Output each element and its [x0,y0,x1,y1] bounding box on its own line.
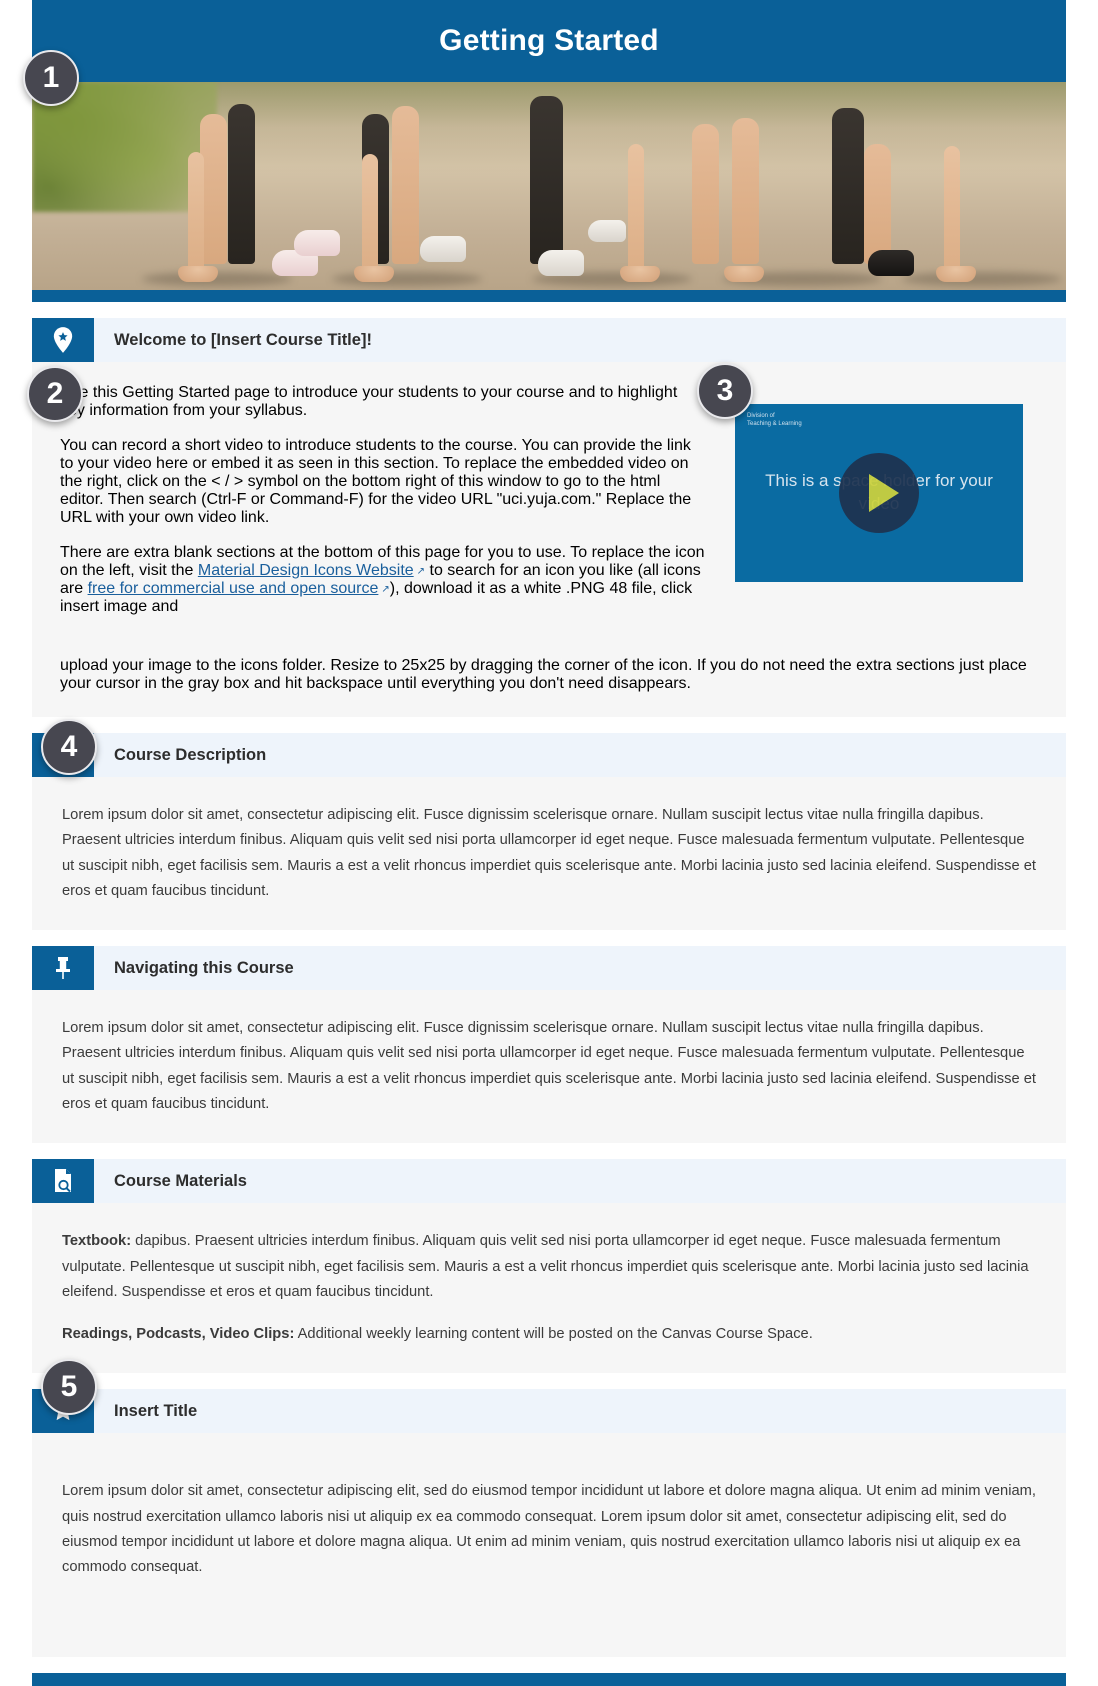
page-banner: Getting Started [32,0,1066,302]
banner-bottom-bar [32,290,1066,302]
section-insert-title: Insert Title Lorem ipsum dolor sit amet,… [32,1389,1066,1657]
navigating-title: Navigating this Course [114,958,294,977]
welcome-body: Use this Getting Started page to introdu… [32,362,1066,657]
spacer-4 [0,1143,1098,1160]
callout-badge-4[interactable]: 4 [41,719,97,775]
spacer [0,302,1098,318]
callout-badge-5[interactable]: 5 [41,1359,97,1415]
textbook-text: dapibus. Praesent ultricies interdum fin… [62,1233,1029,1300]
callout-badge-3[interactable]: 3 [697,363,753,419]
course-materials-title: Course Materials [114,1171,247,1190]
spacer-6 [0,1656,1098,1673]
material-design-icons-link[interactable]: Material Design Icons Website [198,562,414,579]
course-materials-header: Course Materials [32,1159,1066,1204]
welcome-paragraph-2: You can record a short video to introduc… [60,437,692,526]
section-course-description: Course Description Lorem ipsum dolor sit… [32,733,1066,931]
insert-title-header: Insert Title [32,1389,1066,1434]
welcome-paragraph-3: There are extra blank sections at the bo… [60,544,706,616]
navigating-paragraph: Lorem ipsum dolor sit amet, consectetur … [62,1020,1036,1112]
callout-badge-1[interactable]: 1 [23,50,79,106]
welcome-header: Welcome to [Insert Course Title]! [32,318,1066,362]
course-description-body: Lorem ipsum dolor sit amet, consectetur … [32,777,1066,931]
video-placeholder[interactable]: Division of Teaching & Learning This is … [735,404,1023,582]
open-source-license-link[interactable]: free for commercial use and open source [88,580,379,597]
welcome-body-tail: upload your image to the icons folder. R… [32,657,1066,717]
page-title: Getting Started [439,24,659,57]
section-navigating: Navigating this Course Lorem ipsum dolor… [32,946,1066,1144]
spacer-2 [0,717,1098,733]
navigating-header: Navigating this Course [32,946,1066,991]
welcome-body-text: Use this Getting Started page to introdu… [60,384,720,633]
callout-badge-2[interactable]: 2 [27,366,83,422]
pushpin-icon [32,946,94,991]
video-logo: Division of Teaching & Learning [747,412,802,428]
map-pin-icon [32,318,94,362]
textbook-paragraph: Textbook: dapibus. Praesent ultricies in… [62,1229,1036,1305]
play-triangle [868,474,899,512]
insert-title-heading: Insert Title [114,1401,198,1420]
welcome-title: Welcome to [Insert Course Title]! [114,330,372,349]
textbook-label: Textbook: [62,1233,132,1250]
course-description-paragraph: Lorem ipsum dolor sit amet, consectetur … [62,807,1036,899]
welcome-paragraph-1: Use this Getting Started page to introdu… [60,384,678,419]
readings-label: Readings, Podcasts, Video Clips: [62,1326,295,1343]
document-search-icon [32,1159,94,1204]
section-course-materials: Course Materials Textbook: dapibus. Prae… [32,1159,1066,1374]
course-materials-body: Textbook: dapibus. Praesent ultricies in… [32,1203,1066,1374]
external-link-icon: ↗ [416,566,426,577]
navigating-body: Lorem ipsum dolor sit amet, consectetur … [32,990,1066,1144]
section-welcome: Welcome to [Insert Course Title]! Use th… [32,318,1066,717]
course-description-title: Course Description [114,745,267,764]
insert-title-body: Lorem ipsum dolor sit amet, consectetur … [32,1433,1066,1657]
readings-text: Additional weekly learning content will … [294,1326,813,1343]
play-icon[interactable] [839,453,919,533]
external-link-icon-2: ↗ [381,584,390,595]
banner-photo [32,82,1066,290]
spacer-5 [0,1373,1098,1390]
video-logo-line-1: Division of [747,413,775,419]
video-column: Division of Teaching & Learning This is … [720,384,1038,633]
spacer-3 [0,930,1098,947]
page-bottom-bar [32,1672,1066,1686]
insert-title-paragraph: Lorem ipsum dolor sit amet, consectetur … [62,1483,1036,1576]
welcome-paragraph-4: upload your image to the icons folder. R… [60,657,1027,692]
course-description-header: Course Description [32,733,1066,777]
readings-paragraph: Readings, Podcasts, Video Clips: Additio… [62,1322,1036,1347]
video-logo-line-2: Teaching & Learning [747,421,802,428]
